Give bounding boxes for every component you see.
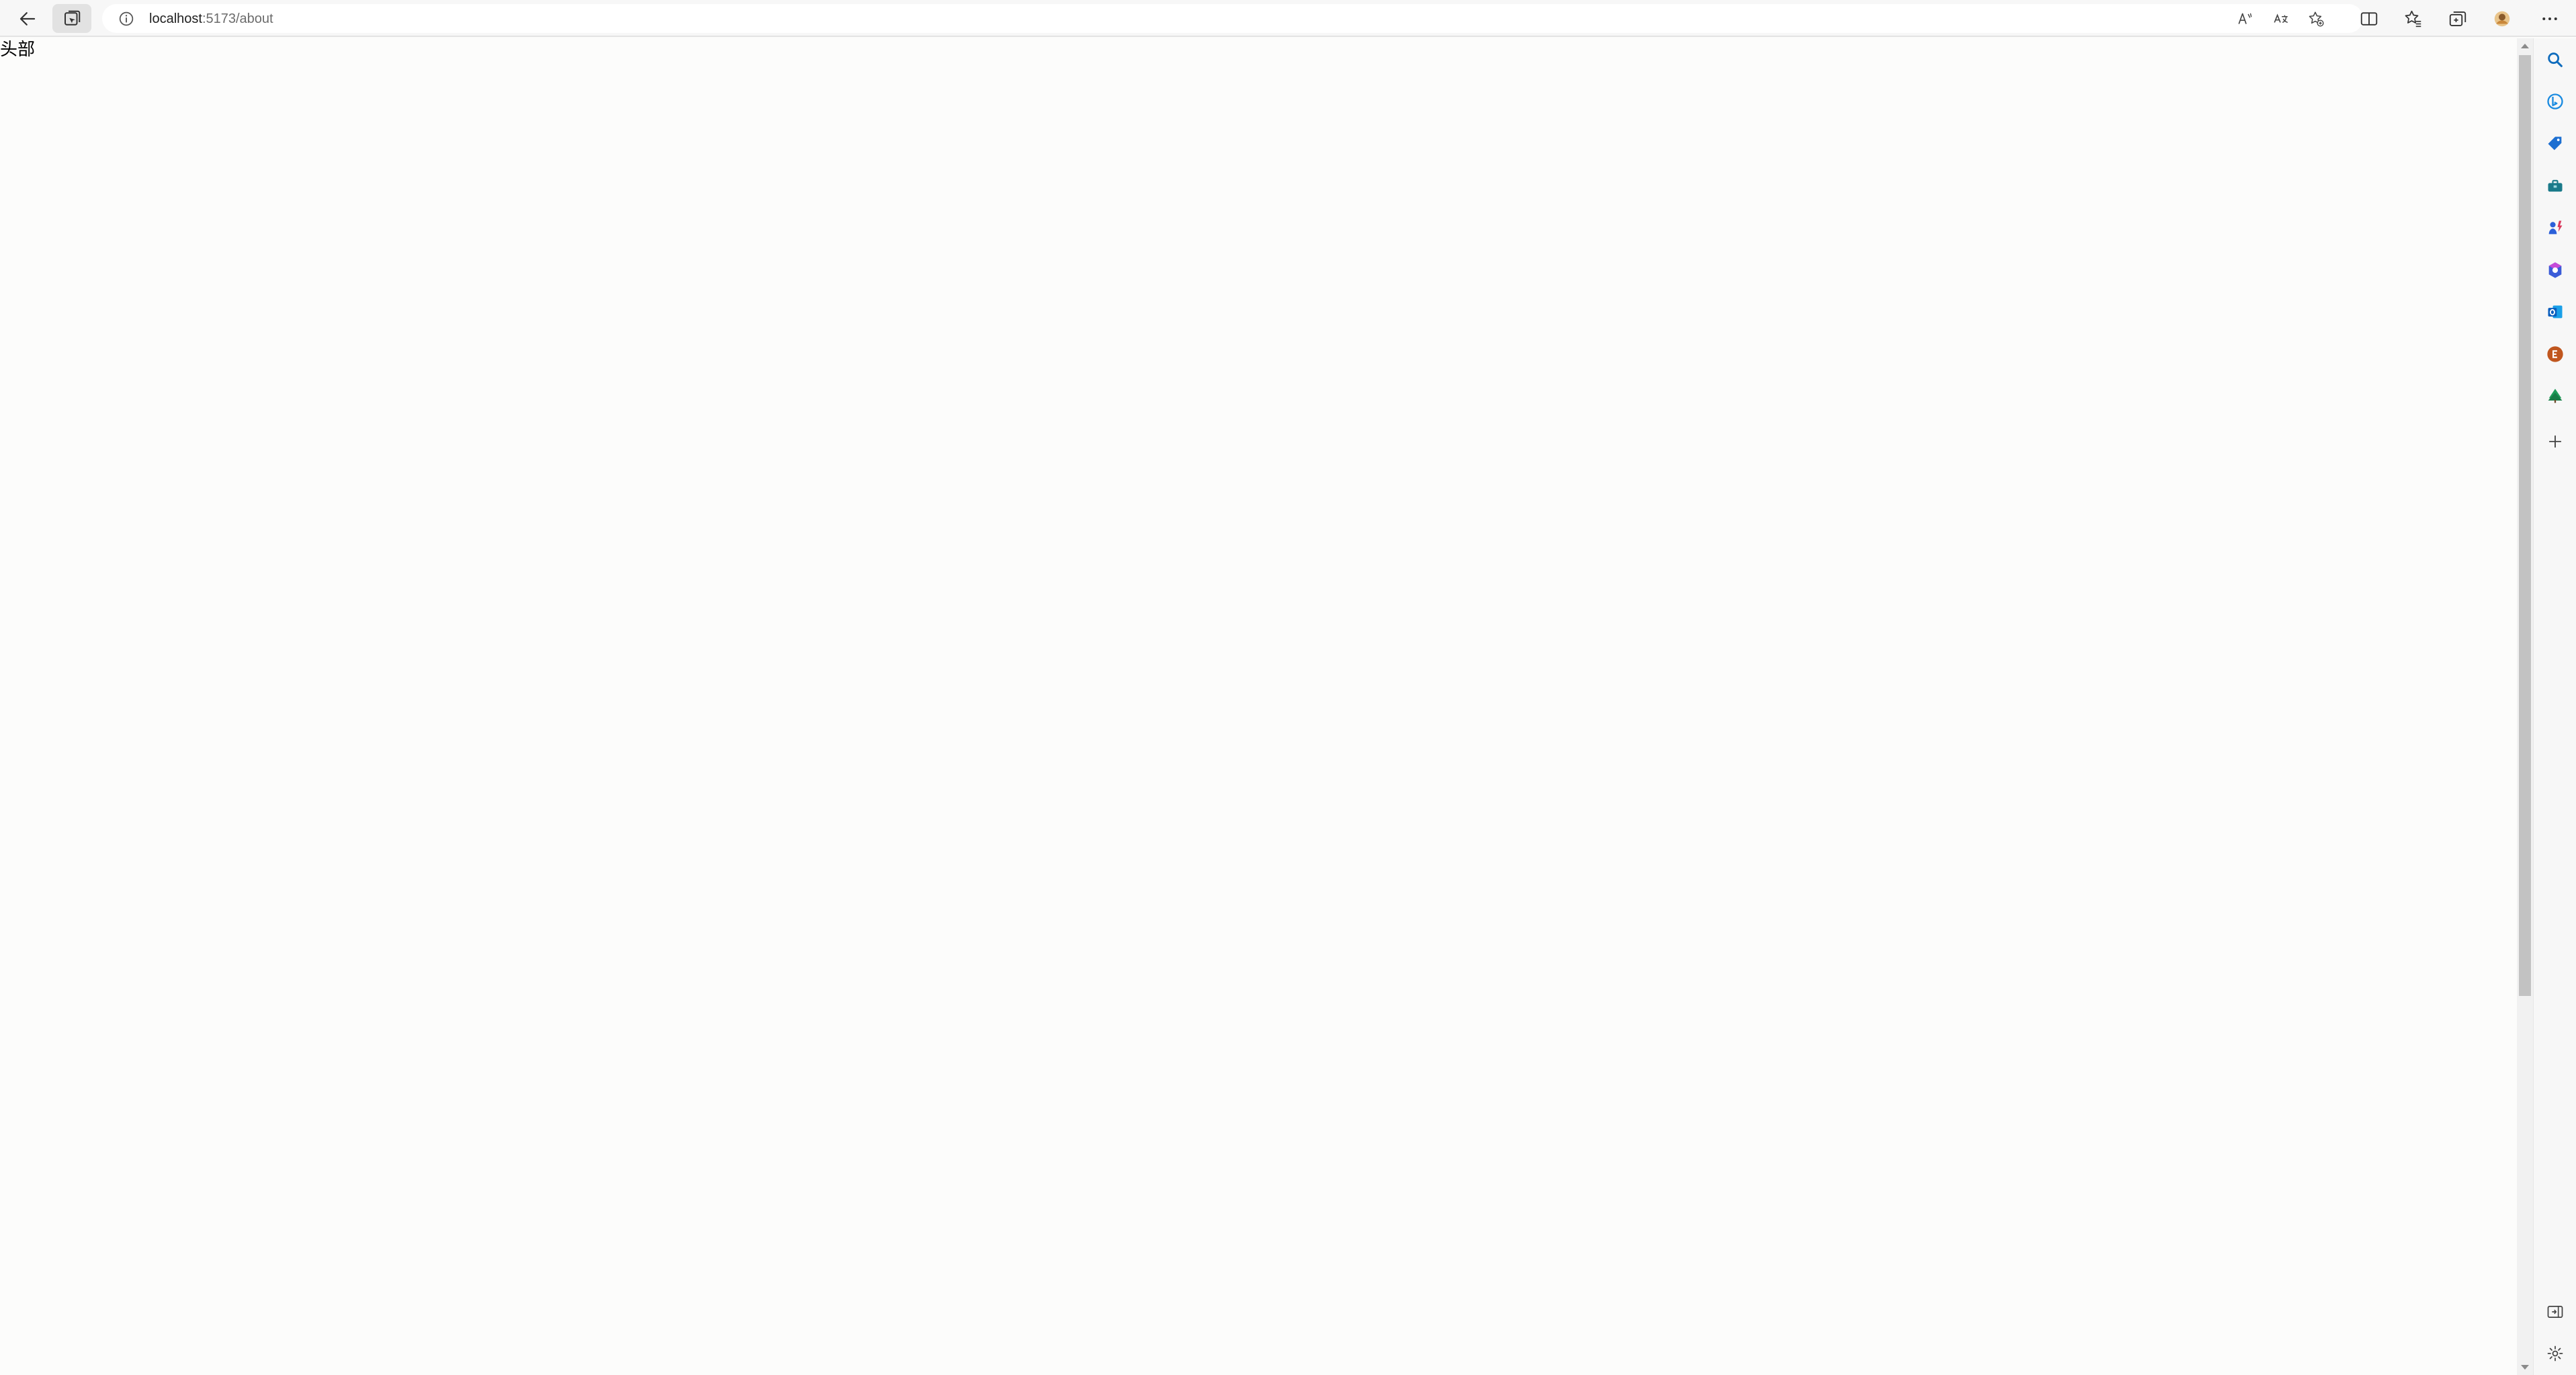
sidebar-add-button[interactable]	[2544, 431, 2566, 452]
favorites-icon	[2405, 10, 2421, 27]
sidebar-games-button[interactable]	[2544, 217, 2566, 239]
tools-icon	[2548, 179, 2563, 192]
site-info-icon[interactable]	[117, 9, 136, 28]
sidebar-tree-button[interactable]	[2544, 385, 2566, 407]
collections-icon	[2449, 11, 2466, 26]
add-favorite-icon	[2309, 11, 2324, 27]
url-text[interactable]: localhost:5173/about	[149, 10, 273, 28]
tab-actions-button[interactable]	[52, 4, 91, 33]
translate-icon	[2274, 13, 2288, 24]
tab-actions-icon	[65, 10, 81, 26]
browser-sidebar	[2533, 38, 2576, 1375]
bing-icon	[2547, 93, 2563, 110]
more-options-button[interactable]	[2530, 4, 2569, 33]
read-aloud-icon	[2238, 13, 2252, 24]
sidebar-tools-button[interactable]	[2544, 175, 2566, 197]
split-screen-icon	[2360, 11, 2378, 26]
url-host: localhost	[149, 11, 202, 26]
translate-button[interactable]	[2271, 9, 2291, 28]
more-options-icon	[2542, 17, 2557, 20]
sidebar-e-button[interactable]	[2544, 343, 2566, 365]
url-path: :5173/about	[202, 11, 273, 26]
sidebar-bing-button[interactable]	[2544, 91, 2566, 112]
vertical-scrollbar[interactable]	[2517, 38, 2533, 1375]
profile-avatar	[2494, 11, 2510, 26]
search-icon	[2548, 52, 2563, 67]
browser-toolbar: localhost:5173/about	[0, 0, 2576, 37]
sidebar-microsoft-365-button[interactable]	[2544, 259, 2566, 281]
scroll-down-arrow-icon[interactable]	[2521, 1365, 2529, 1370]
favorites-button[interactable]	[2394, 4, 2433, 33]
address-bar[interactable]: localhost:5173/about	[102, 4, 2363, 33]
sidebar-search-button[interactable]	[2544, 49, 2566, 71]
microsoft-365-icon	[2548, 262, 2562, 278]
back-button[interactable]	[8, 4, 47, 33]
sidebar-outlook-button[interactable]	[2544, 301, 2566, 323]
hide-sidebar-icon	[2547, 1305, 2563, 1319]
sidebar-shopping-button[interactable]	[2544, 133, 2566, 155]
collections-button[interactable]	[2438, 4, 2477, 33]
page-header-text: 头部	[0, 40, 36, 60]
page-content: 头部	[0, 38, 2517, 1375]
games-icon	[2548, 220, 2563, 235]
add-favorite-button[interactable]	[2306, 9, 2326, 28]
split-screen-button[interactable]	[2350, 4, 2389, 33]
tree-icon	[2548, 388, 2563, 403]
back-arrow-icon	[19, 11, 36, 26]
scroll-thumb[interactable]	[2519, 55, 2531, 996]
settings-icon	[2547, 1345, 2563, 1362]
e-icon	[2547, 346, 2563, 362]
read-aloud-button[interactable]	[2235, 9, 2256, 28]
add-icon	[2548, 435, 2562, 448]
scroll-up-arrow-icon[interactable]	[2521, 44, 2529, 48]
sidebar-settings-button[interactable]	[2544, 1343, 2566, 1364]
shopping-icon	[2548, 136, 2562, 151]
outlook-icon	[2548, 305, 2563, 319]
sidebar-hide-button[interactable]	[2544, 1301, 2566, 1323]
profile-button[interactable]	[2483, 4, 2522, 33]
